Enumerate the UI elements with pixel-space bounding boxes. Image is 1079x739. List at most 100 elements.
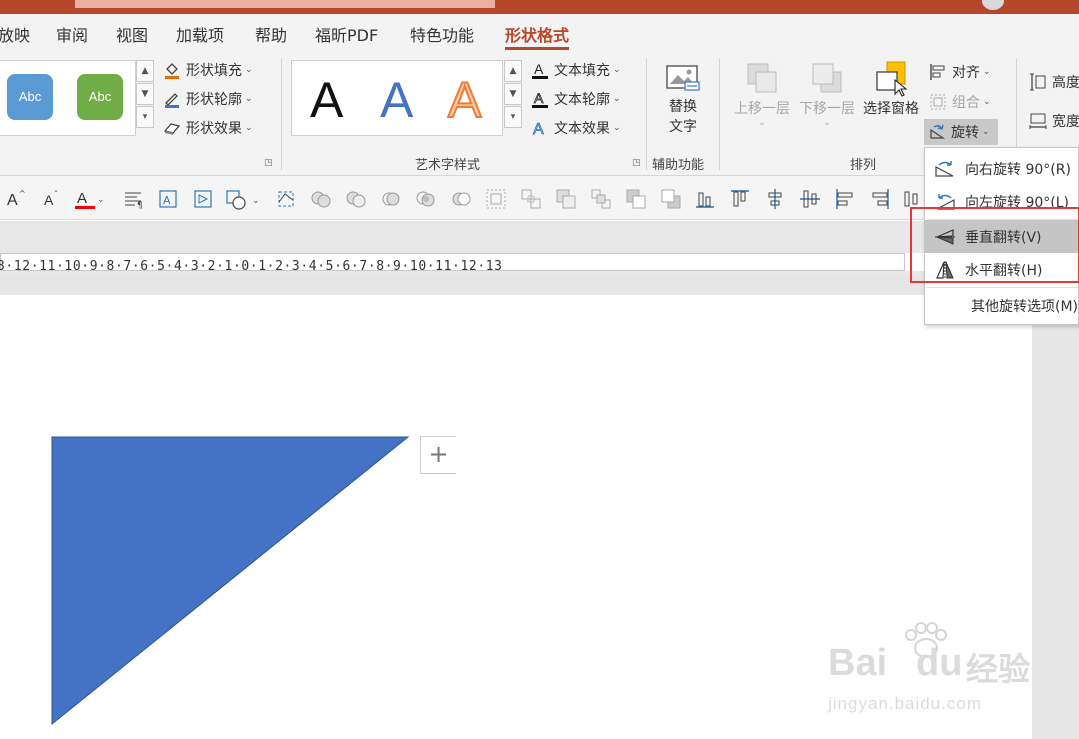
svg-text:A: A (7, 192, 18, 209)
align-left-icon (928, 62, 948, 82)
font-color-icon[interactable]: A ⌄ (75, 188, 105, 210)
ungroup-objects-icon[interactable] (520, 188, 542, 210)
send-backward-button[interactable]: 下移一层 ⌄ (796, 60, 858, 128)
decrease-font-icon[interactable]: Aˇ (42, 188, 64, 210)
text-effects-button[interactable]: A 文本效果 ⌄ (530, 116, 621, 140)
paragraph-direction-icon[interactable]: ¶ (123, 188, 145, 211)
align-label: 对齐 (952, 65, 980, 81)
text-box-icon[interactable]: A (157, 188, 179, 210)
tab-addins[interactable]: 加载项 (176, 22, 224, 46)
align-button[interactable]: 对齐 ⌄ (928, 60, 991, 84)
svg-text:ˇ: ˇ (54, 189, 58, 199)
avatar[interactable] (982, 0, 1004, 10)
edit-points-icon[interactable] (275, 188, 297, 210)
gallery-up-button[interactable]: ▲ (136, 60, 154, 82)
height-icon (1028, 72, 1048, 92)
wordart-more-button[interactable]: ▾ (504, 106, 522, 128)
height-field[interactable]: 高度 (1028, 70, 1079, 94)
edit-shape-icon[interactable]: ⌄ (224, 188, 264, 210)
shape-effects-label: 形状效果 (186, 121, 242, 137)
text-outline-button[interactable]: A 文本轮廓 ⌄ (530, 87, 621, 111)
layout-options-button[interactable]: + (420, 436, 456, 474)
wordart-group-label: 艺术字样式 (415, 158, 481, 173)
tab-view[interactable]: 视图 (116, 22, 148, 46)
tab-help[interactable]: 帮助 (255, 22, 287, 46)
group-button[interactable]: 组合 ⌄ (928, 90, 991, 114)
wordart-up-button[interactable]: ▲ (504, 60, 522, 82)
alt-text-label-1: 替换 (669, 99, 697, 115)
shape-style-sample-green[interactable]: Abc (77, 74, 123, 120)
vertical-scrollbar[interactable] (1032, 275, 1079, 739)
rotate-right-icon (925, 159, 965, 179)
shape-style-gallery: Abc Abc (0, 60, 136, 136)
wordart-down-button[interactable]: ▼ (504, 83, 522, 105)
align-right-edge-icon[interactable] (869, 188, 891, 210)
tab-shape-format[interactable]: 形状格式 (505, 22, 570, 50)
right-triangle-shape[interactable] (0, 295, 460, 739)
merge-shapes-union-icon[interactable] (310, 188, 332, 210)
align-center-icon[interactable] (764, 188, 786, 210)
align-left-edge-icon[interactable] (834, 188, 856, 210)
watermark-brand: Bai (828, 642, 888, 684)
merge-shapes-intersect-icon[interactable] (415, 188, 437, 210)
svg-text:A: A (533, 121, 544, 137)
title-search-box[interactable] (75, 0, 495, 8)
shape-outline-label: 形状轮廓 (186, 92, 242, 108)
merge-shapes-combine-icon[interactable] (345, 188, 367, 210)
rotate-button[interactable]: 旋转 ⌄ (924, 119, 998, 145)
text-fill-icon: A (530, 60, 550, 80)
bring-forward-button[interactable]: 上移一层 ⌄ (731, 60, 793, 128)
increase-font-icon[interactable]: A ^ (6, 188, 28, 210)
width-field[interactable]: 宽度 (1028, 109, 1079, 133)
align-middle-icon[interactable] (799, 188, 821, 210)
shape-effects-button[interactable]: 形状效果 ⌄ (162, 116, 253, 140)
tab-slideshow[interactable]: 放映 (0, 22, 30, 46)
selection-pane-label: 选择窗格 (863, 101, 919, 117)
shape-styles-launcher-icon[interactable]: ◳ (264, 158, 273, 168)
svg-text:A: A (77, 190, 87, 207)
merge-shapes-fragment-icon[interactable] (380, 188, 402, 210)
gallery-down-button[interactable]: ▼ (136, 83, 154, 105)
wordart-gallery: A A A (291, 60, 503, 136)
menu-more-rotation-label: 其他旋转选项(M) (971, 298, 1079, 315)
ruler-numbers: 3·12·11·10·9·8·7·6·5·4·3·2·1·0·1·2·3·4·5… (0, 259, 503, 274)
wordart-sample-black[interactable]: A (310, 71, 343, 129)
vertical-text-box-icon[interactable] (192, 188, 214, 210)
wordart-sample-blue[interactable]: A (380, 71, 413, 129)
tab-foxit-pdf[interactable]: 福昕PDF (315, 22, 378, 46)
tab-review[interactable]: 审阅 (56, 22, 88, 46)
menu-rotate-right[interactable]: 向右旋转 90°(R) (925, 152, 1079, 185)
align-bottom-icon[interactable] (694, 188, 716, 210)
menu-more-rotation-options[interactable]: 其他旋转选项(M) (925, 289, 1079, 322)
shape-fill-button[interactable]: 形状填充 ⌄ (162, 58, 253, 82)
text-outline-label: 文本轮廓 (554, 92, 610, 108)
send-to-back-icon[interactable] (590, 188, 612, 210)
svg-text:A: A (44, 192, 54, 208)
layer-up-icon[interactable] (625, 188, 647, 210)
svg-text:A: A (534, 90, 544, 106)
tab-special-features[interactable]: 特色功能 (410, 22, 474, 46)
alt-text-button[interactable]: 替换 文字 (663, 64, 703, 136)
gallery-more-button[interactable]: ▾ (136, 106, 154, 128)
align-top-icon[interactable] (729, 188, 751, 210)
text-outline-icon: A (530, 89, 550, 109)
shape-style-sample-blue[interactable]: Abc (7, 74, 53, 120)
shape-outline-button[interactable]: 形状轮廓 ⌄ (162, 87, 253, 111)
merge-shapes-subtract-icon[interactable] (450, 188, 472, 210)
wordart-scroll: ▲ ▼ ▾ (504, 60, 522, 129)
text-fill-label: 文本填充 (554, 63, 610, 79)
wordart-launcher-icon[interactable]: ◳ (632, 158, 641, 168)
accessibility-group-label: 辅助功能 (652, 158, 705, 173)
selection-pane-icon (873, 60, 909, 98)
wordart-sample-orange[interactable]: A (447, 71, 482, 129)
layer-down-icon[interactable] (660, 188, 682, 210)
width-label: 宽度 (1052, 114, 1079, 130)
pencil-icon (162, 89, 182, 109)
group-objects-icon[interactable] (485, 188, 507, 210)
plus-icon: + (428, 440, 449, 468)
text-fill-button[interactable]: A 文本填充 ⌄ (530, 58, 621, 82)
text-effects-icon: A (530, 118, 550, 138)
bring-to-front-icon[interactable] (555, 188, 577, 210)
svg-text:⌄: ⌄ (97, 195, 105, 205)
selection-pane-button[interactable]: 选择窗格 (860, 60, 922, 118)
